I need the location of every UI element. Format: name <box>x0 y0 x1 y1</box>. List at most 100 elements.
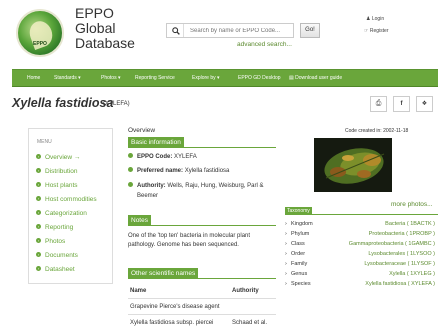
other-names-divider <box>128 278 276 279</box>
taxonomy-link-family[interactable]: Lysobacteraceae ( 1LYSOF ) <box>364 261 435 267</box>
overview-heading: Overview <box>128 127 156 134</box>
register-link[interactable]: ☞ Register <box>364 28 389 34</box>
advanced-search-link[interactable]: advanced search... <box>237 41 292 48</box>
more-photos-link[interactable]: more photos... <box>391 201 433 208</box>
download-icon: ▤ <box>289 75 294 81</box>
taxonomy-link-species[interactable]: Xylella fastidiosa ( XYLEFA ) <box>365 281 435 287</box>
taxonomy-row-order: › Order Lysobacterales ( 1LYSOO ) <box>285 250 438 260</box>
other-name-cell: Xylella fastidiosa subsp. piercei <box>130 320 214 326</box>
sidebar-item-host-plants[interactable]: › Host plants <box>36 182 78 189</box>
page-eppo-code: (XYLEFA) <box>103 101 130 107</box>
authority-label: Authority: <box>137 183 166 189</box>
nav-home[interactable]: Home <box>27 70 40 87</box>
column-header-authority: Authority <box>232 288 259 294</box>
search-icon <box>172 27 180 35</box>
sidebar-item-label: Documents <box>45 252 78 259</box>
taxonomy-link-phylum[interactable]: Proteobacteria ( 1PROBP ) <box>369 231 435 237</box>
sidebar-item-label: Host commodities <box>45 196 97 203</box>
bullet-icon <box>128 153 133 158</box>
sidebar-item-datasheet[interactable]: › Datasheet <box>36 266 75 273</box>
sidebar-item-label: Photos <box>45 238 66 245</box>
sidebar-item-overview[interactable]: › Overview → <box>36 154 80 161</box>
preferred-name-label: Preferred name: <box>137 168 184 174</box>
notes-text: One of the 'top ten' bacteria in molecul… <box>128 233 251 248</box>
taxonomy-rank: Genus <box>291 271 308 277</box>
sidebar-item-label: Datasheet <box>45 266 75 273</box>
sidebar-menu: MENU › Overview → › Distribution › Host pla… <box>28 128 113 284</box>
nav-download-label: Download user guide <box>295 75 343 81</box>
login-link[interactable]: ♟ Login <box>366 16 384 22</box>
facebook-icon: f <box>400 101 403 107</box>
table-row: Xylella fastidiosa subsp. piercei Schaad… <box>128 314 276 326</box>
taxonomy-row-species: › Species Xylella fastidiosa ( XYLEFA ) <box>285 280 438 290</box>
site-title[interactable]: EPPO Global Database <box>75 6 135 51</box>
twitter-button[interactable]: ❖ <box>416 96 433 112</box>
sidebar-item-documents[interactable]: › Documents <box>36 252 78 259</box>
logo-text: EPPO <box>33 41 47 47</box>
login-label: Login <box>371 16 385 22</box>
authority-value-continued: Beemer <box>137 193 159 199</box>
search-input[interactable] <box>183 24 291 37</box>
taxonomy-rank: Order <box>291 251 306 257</box>
notes-divider <box>128 225 276 226</box>
pest-photo[interactable] <box>314 138 392 192</box>
bullet-icon <box>128 167 133 172</box>
table-row: Grapevine Pierce's disease agent <box>128 298 276 315</box>
chevron-right-icon: › <box>36 266 41 271</box>
column-header-name: Name <box>130 288 147 294</box>
site-header: EPPO EPPO Global Database Go! advanced s… <box>0 0 438 68</box>
taxonomy-link-genus[interactable]: Xylella ( 1XYLEG ) <box>389 271 435 277</box>
nav-explore-by[interactable]: Explore by ▾ <box>192 70 220 87</box>
main-navbar: Home Standards ▾ Photos ▾ Reporting Serv… <box>12 69 438 87</box>
menu-title: MENU <box>37 139 52 145</box>
taxonomy-divider <box>285 214 438 215</box>
site-title-line-1: EPPO <box>75 5 114 21</box>
other-name-cell: Grapevine Pierce's disease agent <box>130 304 220 310</box>
chevron-right-icon: › <box>36 238 41 243</box>
sidebar-item-label: Overview → <box>45 154 81 161</box>
leaf-photo-image <box>314 138 392 192</box>
preferred-name-value: Xylella fastidiosa <box>184 168 230 174</box>
taxonomy-rank: Family <box>291 261 308 267</box>
taxonomy-link-order[interactable]: Lysobacterales ( 1LYSOO ) <box>368 251 435 257</box>
sidebar-item-photos[interactable]: › Photos <box>36 238 65 245</box>
nav-reporting-service[interactable]: Reporting Service <box>135 70 175 87</box>
print-button[interactable]: ⎙ <box>370 96 387 112</box>
chevron-right-icon: › <box>36 182 41 187</box>
authority-row: Authority: Wells, Raju, Hung, Weisburg, … <box>128 182 264 189</box>
sidebar-item-host-commodities[interactable]: › Host commodities <box>36 196 97 203</box>
eppo-code-row: EPPO Code: XYLEFA <box>128 153 197 160</box>
search-box <box>166 23 294 38</box>
nav-download-user-guide[interactable]: ▤ Download user guide <box>289 70 342 87</box>
site-title-line-2: Global <box>75 20 116 36</box>
sidebar-item-categorization[interactable]: › Categorization <box>36 210 87 217</box>
taxonomy-row-class: › Class Gammaproteobacteria ( 1GAMBC ) <box>285 240 438 250</box>
taxonomy-rank: Phylum <box>291 231 310 237</box>
taxonomy-row-kingdom: › Kingdom Bacteria ( 1BACTK ) <box>285 220 438 230</box>
code-created-date: Code created in: 2002-11-18 <box>345 128 409 134</box>
authority-value: Wells, Raju, Hung, Weisburg, Parl & <box>167 183 264 189</box>
nav-standards[interactable]: Standards ▾ <box>54 70 81 87</box>
taxonomy-link-kingdom[interactable]: Bacteria ( 1BACTK ) <box>385 221 435 227</box>
taxonomy-row-family: › Family Lysobacteraceae ( 1LYSOF ) <box>285 260 438 270</box>
taxonomy-link-class[interactable]: Gammaproteobacteria ( 1GAMBC ) <box>349 241 435 247</box>
chevron-right-icon: › <box>36 252 41 257</box>
eppo-logo[interactable]: EPPO <box>16 9 64 57</box>
eppo-code-value: XYLEFA <box>174 154 197 160</box>
chevron-right-icon: › <box>36 210 41 215</box>
other-authority-cell: Schaad et al. <box>232 320 268 326</box>
sidebar-item-distribution[interactable]: › Distribution <box>36 168 78 175</box>
hand-icon: ☞ <box>364 28 369 34</box>
taxonomy-rank: Class <box>291 241 305 247</box>
go-button[interactable]: Go! <box>300 23 320 38</box>
sidebar-item-label: Reporting <box>45 224 74 231</box>
chevron-right-icon: › <box>36 196 41 201</box>
nav-photos[interactable]: Photos ▾ <box>101 70 120 87</box>
taxonomy-row-phylum: › Phylum Proteobacteria ( 1PROBP ) <box>285 230 438 240</box>
nav-eppo-gd-desktop[interactable]: EPPO GD Desktop <box>238 70 281 87</box>
facebook-button[interactable]: f <box>393 96 410 112</box>
sidebar-item-reporting[interactable]: › Reporting <box>36 224 73 231</box>
preferred-name-row: Preferred name: Xylella fastidiosa <box>128 167 229 174</box>
taxonomy-rank: Species <box>291 281 311 287</box>
chevron-right-icon: › <box>36 168 41 173</box>
